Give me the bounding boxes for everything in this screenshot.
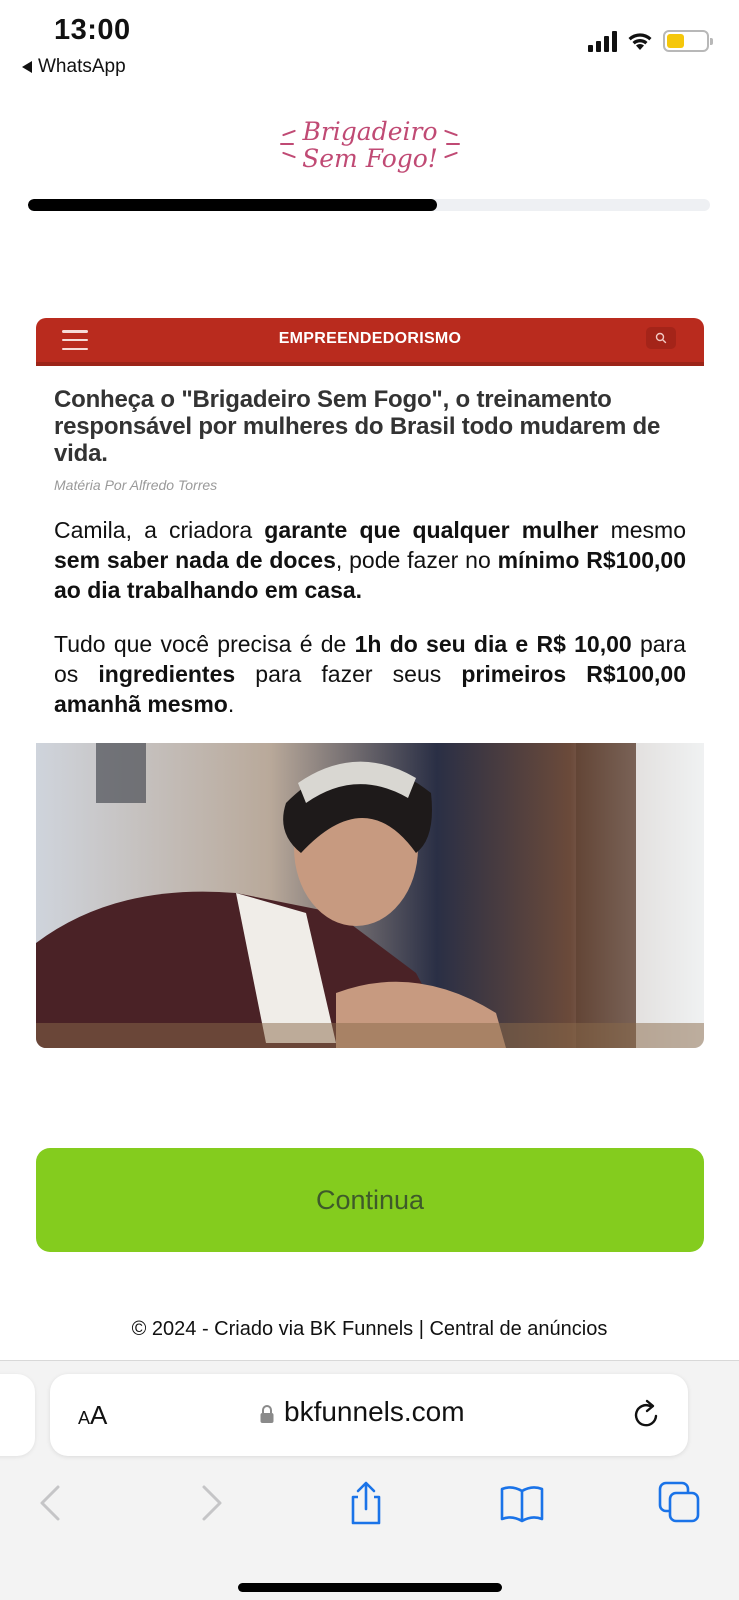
previous-tab-preview[interactable] <box>0 1374 35 1456</box>
progress-fill <box>28 199 438 211</box>
article-byline: Matéria Por Alfredo Torres <box>54 477 218 493</box>
article-card: EMPREENDEDORISMO Conheça o "Brigadeiro S… <box>36 318 704 1048</box>
search-button[interactable] <box>646 327 676 349</box>
cellular-signal-icon <box>588 30 617 52</box>
status-time: 13:00 <box>54 14 131 46</box>
back-to-app-link[interactable]: WhatsApp <box>22 56 126 78</box>
logo-rays-right <box>442 126 460 162</box>
page-footer: © 2024 - Criado via BK Funnels | Central… <box>131 1318 608 1340</box>
back-icon[interactable] <box>28 1479 76 1527</box>
logo-rays-left <box>280 126 298 162</box>
article-headline: Conheça o "Brigadeiro Sem Fogo", o trein… <box>54 386 661 467</box>
share-icon[interactable] <box>342 1479 390 1527</box>
browser-toolbar: AA bkfunnels.com <box>0 1360 739 1600</box>
continue-button[interactable]: Continua <box>36 1148 704 1252</box>
logo-text: Brigadeiro Sem Fogo! <box>302 118 438 172</box>
reload-icon[interactable] <box>630 1396 664 1432</box>
section-title: EMPREENDEDORISMO <box>278 330 462 347</box>
home-indicator <box>238 1583 502 1592</box>
bookmarks-icon[interactable] <box>498 1479 546 1527</box>
lock-icon <box>260 1405 274 1423</box>
status-bar: 13:00 WhatsApp <box>0 0 739 90</box>
back-triangle-icon <box>22 61 32 73</box>
article-header-bar: EMPREENDEDORISMO <box>36 318 704 366</box>
back-app-label: WhatsApp <box>38 56 126 77</box>
battery-icon <box>663 30 713 52</box>
logo-line-2: Sem Fogo! <box>302 144 438 173</box>
status-icons <box>588 30 713 52</box>
tabs-icon[interactable] <box>656 1479 704 1527</box>
article-paragraph-2: Tudo que você precisa é de 1h do seu dia… <box>54 631 687 717</box>
url-text: bkfunnels.com <box>284 1396 465 1427</box>
article-paragraph-1: Camila, a criadora garante que qualquer … <box>54 517 687 603</box>
logo-line-1: Brigadeiro <box>302 117 438 146</box>
progress-bar <box>28 199 710 211</box>
reader-text-settings-button[interactable]: AA <box>78 1400 107 1431</box>
article-photo <box>36 743 704 1048</box>
forward-icon[interactable] <box>186 1479 234 1527</box>
wifi-icon <box>628 33 652 50</box>
address-bar[interactable]: AA bkfunnels.com <box>50 1374 688 1456</box>
search-icon <box>655 332 667 344</box>
brand-logo: Brigadeiro Sem Fogo! <box>280 112 460 178</box>
battery-fill <box>667 34 685 48</box>
